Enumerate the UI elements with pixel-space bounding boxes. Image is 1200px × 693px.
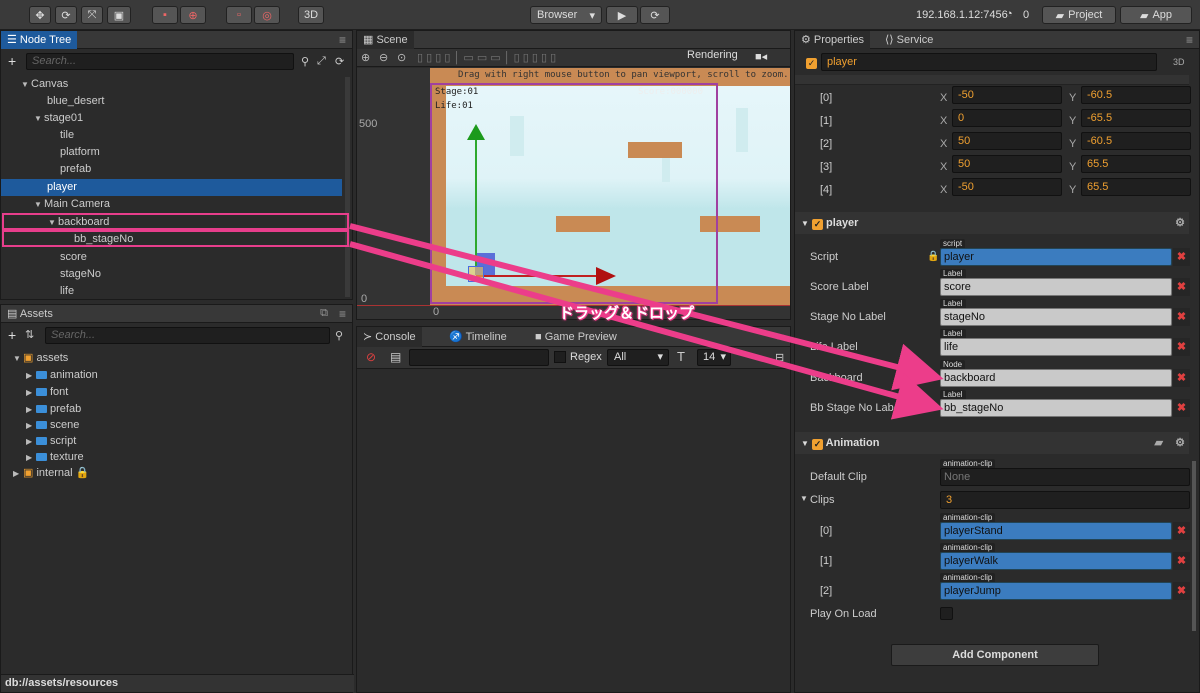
drag-drop-annotation	[349, 223, 944, 420]
drag-arrow-bb-stageno	[349, 241, 944, 420]
drag-arrow-backboard	[349, 223, 944, 391]
drag-drop-label: ドラッグ＆ドロップ	[559, 305, 695, 322]
